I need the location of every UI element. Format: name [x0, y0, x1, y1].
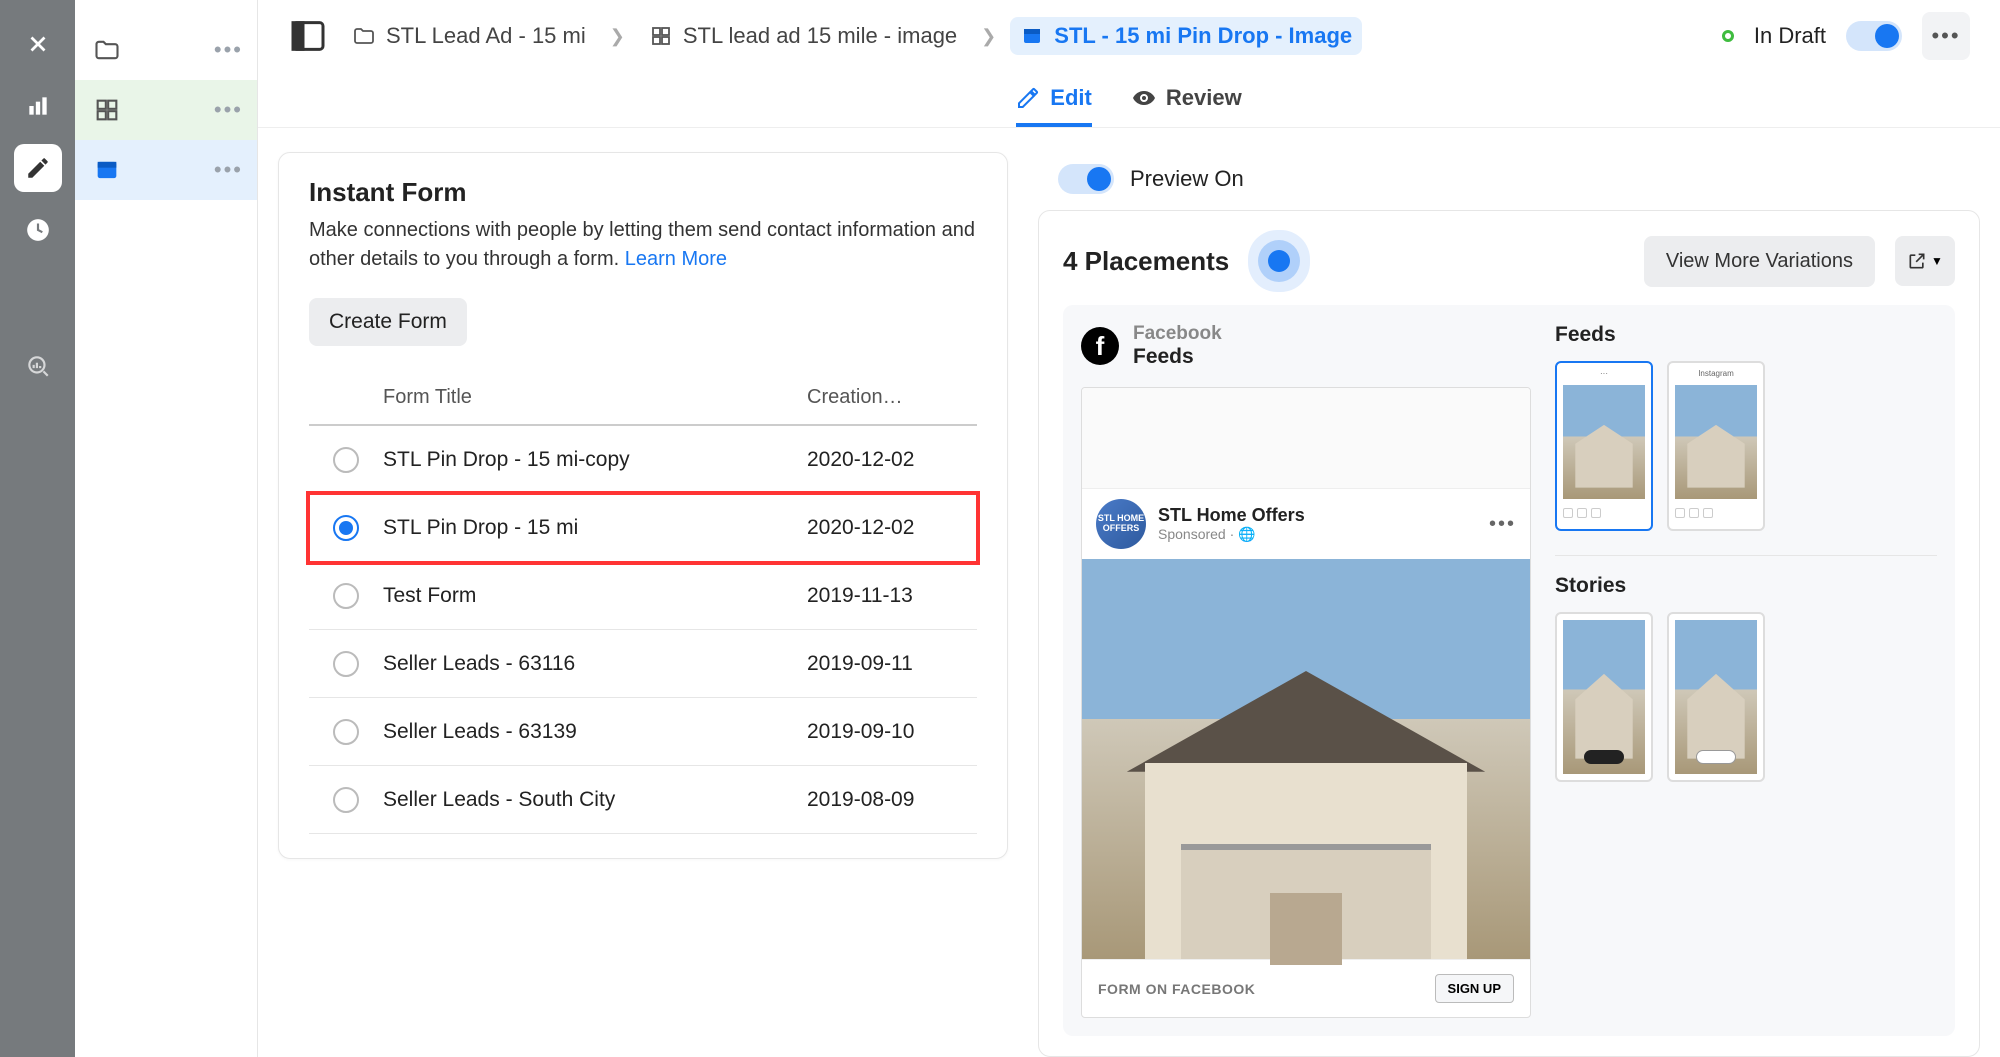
- form-date: 2019-09-10: [807, 720, 977, 744]
- breadcrumb-adset[interactable]: STL lead ad 15 mile - image: [639, 17, 967, 55]
- form-row[interactable]: Test Form2019-11-13: [309, 562, 977, 630]
- status-text: In Draft: [1754, 23, 1826, 49]
- form-radio[interactable]: [333, 515, 359, 541]
- form-radio[interactable]: [333, 651, 359, 677]
- structure-sidebar: ••• ••• •••: [75, 0, 258, 1057]
- more-menu-button[interactable]: •••: [1922, 12, 1970, 60]
- placement-thumb-facebook-feed[interactable]: ···: [1555, 361, 1653, 531]
- ad-icon: [93, 156, 121, 184]
- advertiser-avatar: STL HOMEOFFERS: [1096, 499, 1146, 549]
- placement-thumb-instagram-feed[interactable]: Instagram: [1667, 361, 1765, 531]
- icon-rail: [0, 0, 75, 1057]
- form-radio[interactable]: [333, 447, 359, 473]
- analytics-search-icon[interactable]: [14, 342, 62, 390]
- feeds-section-title: Feeds: [1555, 323, 1937, 347]
- tab-label: Edit: [1050, 85, 1092, 111]
- form-title: Seller Leads - South City: [383, 788, 807, 812]
- form-panel: Instant Form Make connections with peopl…: [258, 128, 1028, 1057]
- form-row[interactable]: Seller Leads - 631162019-09-11: [309, 630, 977, 698]
- form-title: STL Pin Drop - 15 mi-copy: [383, 448, 807, 472]
- status-indicator-icon: [1722, 30, 1734, 42]
- ad-image: [1082, 559, 1530, 959]
- pulse-indicator-icon: [1249, 231, 1309, 291]
- more-icon[interactable]: •••: [214, 157, 243, 183]
- placements-count: 4 Placements: [1063, 246, 1229, 277]
- placement-thumb-story-2[interactable]: [1667, 612, 1765, 782]
- ad-preview-mock: STL HOMEOFFERS STL Home Offers Sponsored…: [1081, 387, 1531, 1018]
- form-row[interactable]: Seller Leads - 631392019-09-10: [309, 698, 977, 766]
- post-more-icon[interactable]: •••: [1489, 513, 1516, 536]
- form-radio[interactable]: [333, 583, 359, 609]
- close-button[interactable]: [14, 20, 62, 68]
- topbar: STL Lead Ad - 15 mi ❯ STL lead ad 15 mil…: [258, 0, 2000, 72]
- breadcrumb-ad[interactable]: STL - 15 mi Pin Drop - Image: [1010, 17, 1362, 55]
- platform-type: Feeds: [1133, 345, 1222, 369]
- chevron-right-icon: ❯: [610, 26, 625, 47]
- create-form-button[interactable]: Create Form: [309, 298, 467, 346]
- panel-collapse-icon[interactable]: [288, 16, 328, 56]
- breadcrumb-label: STL - 15 mi Pin Drop - Image: [1054, 23, 1352, 49]
- nav-adset[interactable]: •••: [75, 80, 257, 140]
- form-row[interactable]: Seller Leads - South City2019-08-09: [309, 766, 977, 834]
- folder-icon: [93, 36, 121, 64]
- grid-icon: [649, 24, 673, 48]
- preview-toggle[interactable]: [1058, 164, 1114, 194]
- stories-section-title: Stories: [1555, 574, 1937, 598]
- form-date: 2020-12-02: [807, 516, 977, 540]
- forms-table: Form Title Creation… STL Pin Drop - 15 m…: [309, 370, 977, 834]
- nav-campaign[interactable]: •••: [75, 20, 257, 80]
- col-creation-date: Creation…: [807, 386, 977, 409]
- platform-name: Facebook: [1133, 323, 1222, 345]
- preview-toggle-label: Preview On: [1130, 166, 1244, 192]
- form-title: STL Pin Drop - 15 mi: [383, 516, 807, 540]
- folder-icon: [352, 24, 376, 48]
- learn-more-link[interactable]: Learn More: [625, 248, 727, 270]
- chevron-right-icon: ❯: [981, 26, 996, 47]
- placement-thumb-story-1[interactable]: [1555, 612, 1653, 782]
- form-radio[interactable]: [333, 787, 359, 813]
- main: STL Lead Ad - 15 mi ❯ STL lead ad 15 mil…: [258, 0, 2000, 1057]
- form-title: Seller Leads - 63116: [383, 652, 807, 676]
- expand-dropdown-button[interactable]: ▼: [1895, 236, 1955, 286]
- preview-panel: Preview On 4 Placements View More Variat…: [1028, 128, 2000, 1057]
- more-icon[interactable]: •••: [214, 97, 243, 123]
- section-title: Instant Form: [309, 177, 977, 208]
- clock-icon[interactable]: [14, 206, 62, 254]
- publish-toggle[interactable]: [1846, 21, 1902, 51]
- tab-review[interactable]: Review: [1132, 72, 1242, 127]
- cta-context: FORM ON FACEBOOK: [1098, 981, 1255, 997]
- breadcrumb-campaign[interactable]: STL Lead Ad - 15 mi: [342, 17, 596, 55]
- form-date: 2020-12-02: [807, 448, 977, 472]
- view-more-variations-button[interactable]: View More Variations: [1644, 236, 1875, 287]
- form-row[interactable]: STL Pin Drop - 15 mi2020-12-02: [309, 494, 977, 562]
- form-date: 2019-11-13: [807, 584, 977, 608]
- external-link-icon: [1907, 251, 1927, 271]
- breadcrumb-label: STL Lead Ad - 15 mi: [386, 23, 586, 49]
- signup-button[interactable]: SIGN UP: [1435, 974, 1514, 1003]
- sponsored-label: Sponsored · 🌐: [1158, 526, 1305, 543]
- section-subtitle: Make connections with people by letting …: [309, 216, 977, 274]
- form-date: 2019-09-11: [807, 652, 977, 676]
- chevron-down-icon: ▼: [1931, 254, 1943, 268]
- eye-icon: [1132, 86, 1156, 110]
- grid-icon: [93, 96, 121, 124]
- col-form-title: Form Title: [383, 386, 807, 409]
- form-date: 2019-08-09: [807, 788, 977, 812]
- form-title: Test Form: [383, 584, 807, 608]
- ad-icon: [1020, 24, 1044, 48]
- advertiser-name: STL Home Offers: [1158, 505, 1305, 526]
- form-title: Seller Leads - 63139: [383, 720, 807, 744]
- tab-label: Review: [1166, 85, 1242, 111]
- pencil-icon: [1016, 86, 1040, 110]
- mode-tabs: Edit Review: [258, 72, 2000, 128]
- more-icon[interactable]: •••: [214, 37, 243, 63]
- chart-icon[interactable]: [14, 82, 62, 130]
- tab-edit[interactable]: Edit: [1016, 72, 1092, 127]
- form-radio[interactable]: [333, 719, 359, 745]
- breadcrumb-label: STL lead ad 15 mile - image: [683, 23, 957, 49]
- edit-pencil-icon[interactable]: [14, 144, 62, 192]
- facebook-icon: f: [1081, 327, 1119, 365]
- nav-ad[interactable]: •••: [75, 140, 257, 200]
- form-row[interactable]: STL Pin Drop - 15 mi-copy2020-12-02: [309, 426, 977, 494]
